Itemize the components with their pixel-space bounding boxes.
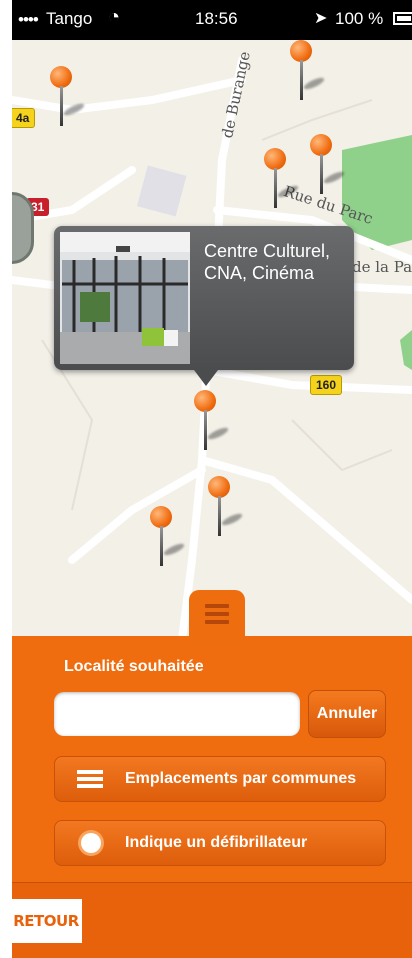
side-location-button[interactable] xyxy=(12,192,34,264)
communes-button[interactable]: Emplacements par communes xyxy=(54,756,386,802)
map-pin[interactable] xyxy=(48,66,88,130)
communes-label: Emplacements par communes xyxy=(125,770,357,787)
footer-bar: RETOUR xyxy=(12,882,412,958)
locality-label: Localité souhaitée xyxy=(64,658,204,675)
cancel-button[interactable]: Annuler xyxy=(308,690,386,738)
locality-input[interactable] xyxy=(54,692,300,736)
defibrillator-label: Indique un défibrillateur xyxy=(125,834,308,851)
location-arrow-icon: ➤ xyxy=(314,10,328,27)
road-label-paix: de la Pai xyxy=(352,258,412,276)
carrier-name: Tango xyxy=(46,9,93,28)
map-pin[interactable] xyxy=(262,148,302,212)
map-pin[interactable] xyxy=(148,506,188,570)
map-pin-selected[interactable] xyxy=(192,390,232,454)
menu-icon xyxy=(205,604,229,628)
defibrillator-button[interactable]: Indique un défibrillateur xyxy=(54,820,386,866)
radio-icon xyxy=(81,833,101,853)
map-pin[interactable] xyxy=(308,134,348,198)
callout-title: Centre Culturel, CNA, Cinéma xyxy=(204,241,331,283)
status-time: 18:56 xyxy=(195,9,238,28)
back-button[interactable]: RETOUR xyxy=(12,899,82,943)
battery-icon xyxy=(393,12,412,25)
wifi-icon: ◔ xyxy=(108,6,121,28)
road-shield-4a: 4a xyxy=(12,108,36,128)
signal-icon: •••• xyxy=(18,10,39,29)
map-pin[interactable] xyxy=(206,476,246,540)
battery-percent: 100 % xyxy=(335,9,384,28)
map-callout[interactable]: Centre Culturel, CNA, Cinéma xyxy=(54,226,354,386)
road-shield-160: 160 xyxy=(310,375,343,395)
list-icon xyxy=(77,767,103,793)
status-bar: •••• Tango ◔ 18:56 ➤ 100 % xyxy=(12,0,412,40)
building-interior-image xyxy=(60,232,190,364)
app-screen: •••• Tango ◔ 18:56 ➤ 100 % de Burange Ru… xyxy=(12,0,412,958)
panel-toggle-tab[interactable] xyxy=(189,590,245,644)
callout-photo xyxy=(60,232,190,364)
map-pin[interactable] xyxy=(288,40,328,104)
